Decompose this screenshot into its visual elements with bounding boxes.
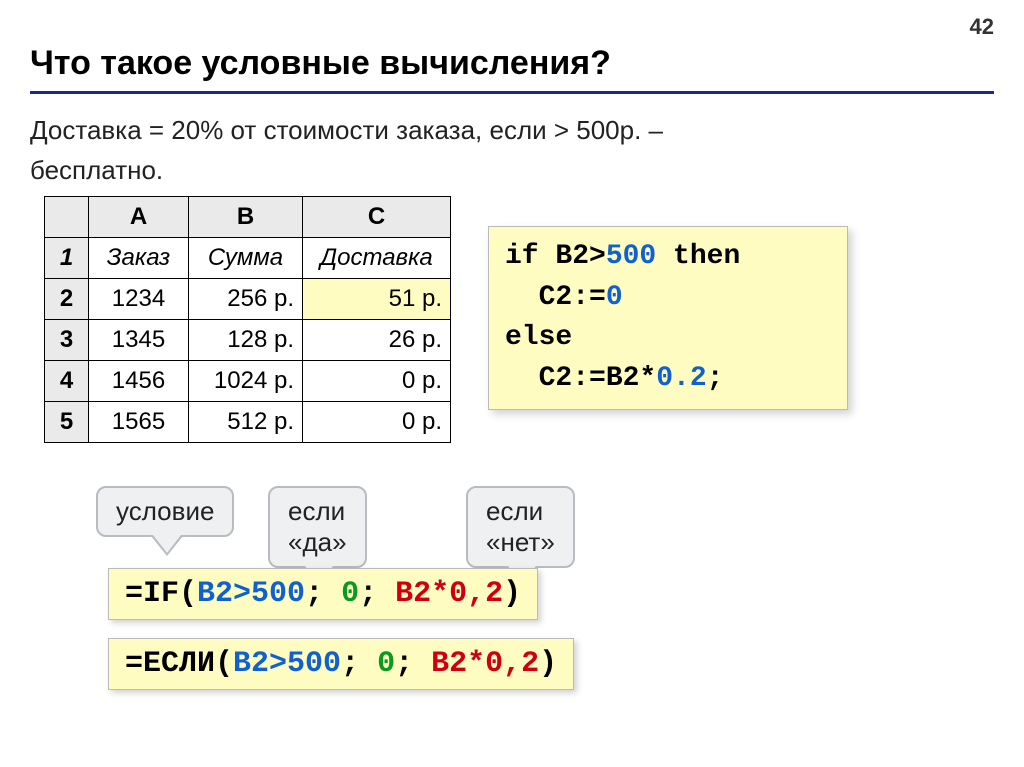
rownum: 3 (45, 320, 89, 361)
formula-text: = (125, 647, 143, 681)
rownum: 1 (45, 238, 89, 279)
formula-text: = (125, 577, 143, 611)
formula-sep: ; (395, 647, 431, 681)
formula-no: B2*0,2 (395, 577, 503, 611)
cell: 26 р. (303, 320, 451, 361)
rownum: 5 (45, 402, 89, 443)
cell: 1456 (89, 361, 189, 402)
cell: 512 р. (189, 402, 303, 443)
cell: 1565 (89, 402, 189, 443)
description: Доставка = 20% от стоимости заказа, если… (30, 110, 663, 191)
formula-sep: ; (305, 577, 341, 611)
formula-condition: B2>500 (197, 577, 305, 611)
formula-yes: 0 (341, 577, 359, 611)
cell-highlighted: 51 р. (303, 279, 451, 320)
cell: 256 р. (189, 279, 303, 320)
code-text: ; (707, 363, 724, 394)
formula-fn: ЕСЛИ( (143, 647, 233, 681)
cell: 1345 (89, 320, 189, 361)
cell-b1: Сумма (189, 238, 303, 279)
rownum: 2 (45, 279, 89, 320)
cell: 0 р. (303, 361, 451, 402)
cell-c1: Доставка (303, 238, 451, 279)
formula-esli: =ЕСЛИ(B2>500; 0; B2*0,2) (108, 638, 574, 690)
code-num: 0 (606, 282, 623, 313)
formula-sep: ; (341, 647, 377, 681)
formula-if: =IF(B2>500; 0; B2*0,2) (108, 568, 538, 620)
callout-yes: если «да» (268, 486, 367, 568)
code-text: B2> (539, 241, 606, 272)
rownum: 4 (45, 361, 89, 402)
formula-sep: ; (359, 577, 395, 611)
formula-no: B2*0,2 (431, 647, 539, 681)
table-row: 5 1565 512 р. 0 р. (45, 402, 451, 443)
cell: 0 р. (303, 402, 451, 443)
code-text: C2:= (505, 282, 606, 313)
col-header-b: B (189, 197, 303, 238)
callout-label: если «да» (288, 496, 347, 557)
callout-label: если «нет» (486, 496, 555, 557)
page-number: 42 (970, 14, 994, 40)
slide-title: Что такое условные вычисления? (30, 44, 994, 94)
table-row: 2 1234 256 р. 51 р. (45, 279, 451, 320)
table-row: 4 1456 1024 р. 0 р. (45, 361, 451, 402)
code-kw: then (656, 241, 740, 272)
code-kw: else (505, 322, 572, 353)
cell: 128 р. (189, 320, 303, 361)
description-line-2: бесплатно. (30, 155, 163, 185)
cell: 1024 р. (189, 361, 303, 402)
cell-a1: Заказ (89, 238, 189, 279)
code-kw: if (505, 241, 539, 272)
code-num: 500 (606, 241, 656, 272)
formula-fn: IF( (143, 577, 197, 611)
callout-no: если «нет» (466, 486, 575, 568)
description-line-1: Доставка = 20% от стоимости заказа, если… (30, 115, 663, 145)
formula-text: ) (503, 577, 521, 611)
code-text: C2:=B2* (505, 363, 656, 394)
spreadsheet-table: A B C 1 Заказ Сумма Доставка 2 1234 256 … (44, 196, 451, 443)
col-header-a: A (89, 197, 189, 238)
callout-condition: условие (96, 486, 234, 537)
cell: 1234 (89, 279, 189, 320)
corner-cell (45, 197, 89, 238)
table-row: 1 Заказ Сумма Доставка (45, 238, 451, 279)
code-num: 0.2 (656, 363, 706, 394)
col-header-c: C (303, 197, 451, 238)
table-row: 3 1345 128 р. 26 р. (45, 320, 451, 361)
pseudocode-box: if B2>500 then C2:=0 else C2:=B2*0.2; (488, 226, 848, 410)
formula-yes: 0 (377, 647, 395, 681)
formula-condition: B2>500 (233, 647, 341, 681)
callout-label: условие (116, 496, 214, 526)
formula-text: ) (539, 647, 557, 681)
